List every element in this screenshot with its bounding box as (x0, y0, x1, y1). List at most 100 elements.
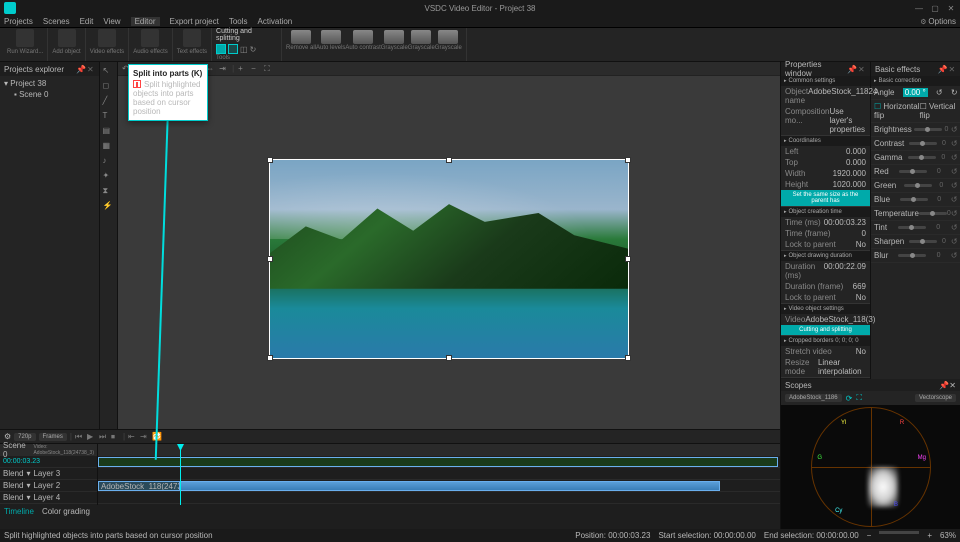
add-object-button[interactable] (58, 29, 76, 47)
zoom-in-icon[interactable]: + (927, 531, 932, 540)
close-panel-icon[interactable]: ✕ (87, 65, 95, 73)
split-tool-button[interactable] (216, 44, 226, 54)
minimize-icon[interactable]: — (914, 3, 924, 13)
fx-sharpen[interactable]: Sharpen0↺ (871, 235, 960, 249)
resize-handle-tl[interactable] (267, 157, 273, 163)
animation-tool-icon[interactable]: ⚡ (103, 201, 115, 213)
tree-project[interactable]: ▾ Project 38 (4, 78, 95, 89)
fx-blur[interactable]: Blur0↺ (871, 249, 960, 263)
scope-type-select[interactable]: Vectorscope (915, 394, 956, 402)
fx-contrast[interactable]: Contrast0↺ (871, 137, 960, 151)
fx-green[interactable]: Green0↺ (871, 179, 960, 193)
fx-red[interactable]: Red0↺ (871, 165, 960, 179)
crop-icon[interactable]: ◫ (240, 45, 248, 54)
coordinates-hdr[interactable]: Coordinates (781, 136, 870, 146)
playhead[interactable] (180, 444, 181, 505)
video-settings-hdr[interactable]: Video object settings (781, 304, 870, 314)
resize-handle-br[interactable] (625, 355, 631, 361)
audio-tool-icon[interactable]: ♪ (103, 156, 115, 168)
close-panel-icon[interactable]: ✕ (949, 381, 956, 390)
style-auto-contrast[interactable] (353, 30, 373, 44)
resize-handle-ml[interactable] (267, 256, 273, 262)
fx-gamma[interactable]: Gamma0↺ (871, 151, 960, 165)
close-panel-icon[interactable]: ✕ (949, 65, 957, 73)
run-wizard-button[interactable] (16, 29, 34, 47)
style-auto-levels[interactable] (321, 30, 341, 44)
zoom-out-icon[interactable]: − (251, 64, 260, 73)
tl-next-icon[interactable]: ⏭ (99, 432, 108, 441)
shape-tool-icon[interactable]: ◻ (103, 81, 115, 93)
audio-effects-button[interactable] (141, 29, 159, 47)
style-grayscale-3[interactable] (438, 30, 458, 44)
video-effects-button[interactable] (98, 29, 116, 47)
tab-color-grading[interactable]: Color grading (42, 507, 90, 516)
resize-handle-bl[interactable] (267, 355, 273, 361)
fx-temperature[interactable]: Temperature0↺ (871, 207, 960, 221)
scene-label[interactable]: Scene 0 (3, 441, 26, 459)
scope-settings-icon[interactable]: ⛶ (856, 393, 862, 403)
menu-activation[interactable]: Activation (258, 17, 293, 26)
line-tool-icon[interactable]: ╱ (103, 96, 115, 108)
maximize-icon[interactable]: ▢ (930, 3, 940, 13)
fit-icon[interactable]: ⛶ (264, 64, 273, 73)
menu-editor[interactable]: Editor (131, 17, 160, 26)
close-panel-icon[interactable]: ✕ (858, 65, 866, 73)
timeline-tracks[interactable]: AdobeStock_118(24738_3) (98, 444, 780, 505)
menu-scenes[interactable]: Scenes (43, 17, 70, 26)
cutting-splitting-button[interactable]: Cutting and splitting (781, 325, 870, 335)
sprite-tool-icon[interactable]: ✦ (103, 171, 115, 183)
pin-icon[interactable]: 📌 (939, 381, 949, 390)
menu-projects[interactable]: Projects (4, 17, 33, 26)
resize-handle-bm[interactable] (446, 355, 452, 361)
menu-view[interactable]: View (103, 17, 120, 26)
zoom-in-icon[interactable]: + (238, 64, 247, 73)
style-grayscale-2[interactable] (411, 30, 431, 44)
zoom-out-icon[interactable]: − (867, 531, 872, 540)
basic-correction-hdr[interactable]: Basic correction (871, 76, 960, 86)
cropped-borders-hdr[interactable]: Cropped borders 0; 0; 0; 0 (781, 336, 870, 346)
pin-icon[interactable]: 📌 (847, 65, 855, 73)
fx-tint[interactable]: Tint0↺ (871, 221, 960, 235)
set-same-size-button[interactable]: Set the same size as the parent has (781, 190, 870, 206)
menu-export[interactable]: Export project (170, 17, 219, 26)
resolution-select[interactable]: 720p (14, 433, 35, 441)
resize-handle-tr[interactable] (625, 157, 631, 163)
creation-time-hdr[interactable]: Object creation time (781, 207, 870, 217)
menu-edit[interactable]: Edit (80, 17, 94, 26)
common-settings-hdr[interactable]: Common settings (781, 76, 870, 86)
timeline-clip-1[interactable]: AdobeStock_118(24738_3) (98, 481, 180, 491)
cut-tool-button[interactable] (228, 44, 238, 54)
tl-play-icon[interactable]: ▶ (87, 432, 96, 441)
counter-tool-icon[interactable]: ⧗ (103, 186, 115, 198)
tl-prev-icon[interactable]: ⏮ (75, 432, 84, 441)
resize-handle-tm[interactable] (446, 157, 452, 163)
zoom-slider[interactable] (879, 531, 919, 534)
style-grayscale-1[interactable] (384, 30, 404, 44)
menu-tools[interactable]: Tools (229, 17, 248, 26)
tab-timeline[interactable]: Timeline (4, 507, 34, 516)
style-remove-all[interactable] (291, 30, 311, 44)
text-effects-button[interactable] (183, 29, 201, 47)
timeline-clip-thumbnails[interactable] (98, 457, 778, 467)
scope-source-select[interactable]: AdobeStock_1186 (785, 394, 842, 402)
timeline-clip-2[interactable] (180, 481, 720, 491)
fx-blue[interactable]: Blue0↺ (871, 193, 960, 207)
rotate-icon[interactable]: ↻ (250, 45, 257, 54)
tl-stop-icon[interactable]: ⏹ (111, 432, 120, 441)
fps-select[interactable]: Frames (39, 433, 67, 441)
tl-end-icon[interactable]: ⇥ (140, 432, 149, 441)
text-tool-icon[interactable]: T (103, 111, 115, 123)
chart-tool-icon[interactable]: ▤ (103, 126, 115, 138)
tree-scene[interactable]: ▪ Scene 0 (4, 89, 95, 100)
scope-refresh-icon[interactable]: ⟳ (846, 394, 853, 403)
pin-icon[interactable]: 📌 (938, 65, 946, 73)
preview-video[interactable] (269, 159, 629, 359)
cursor-tool-icon[interactable]: ↖ (103, 66, 115, 78)
align-right-icon[interactable]: ⇥ (219, 64, 228, 73)
resize-handle-mr[interactable] (625, 256, 631, 262)
options-link[interactable]: Options (928, 17, 956, 26)
rotate-cw-icon[interactable]: ↻ (951, 88, 958, 97)
rotate-ccw-icon[interactable]: ↺ (936, 88, 943, 97)
media-tool-icon[interactable]: ▦ (103, 141, 115, 153)
close-icon[interactable]: ✕ (946, 3, 956, 13)
